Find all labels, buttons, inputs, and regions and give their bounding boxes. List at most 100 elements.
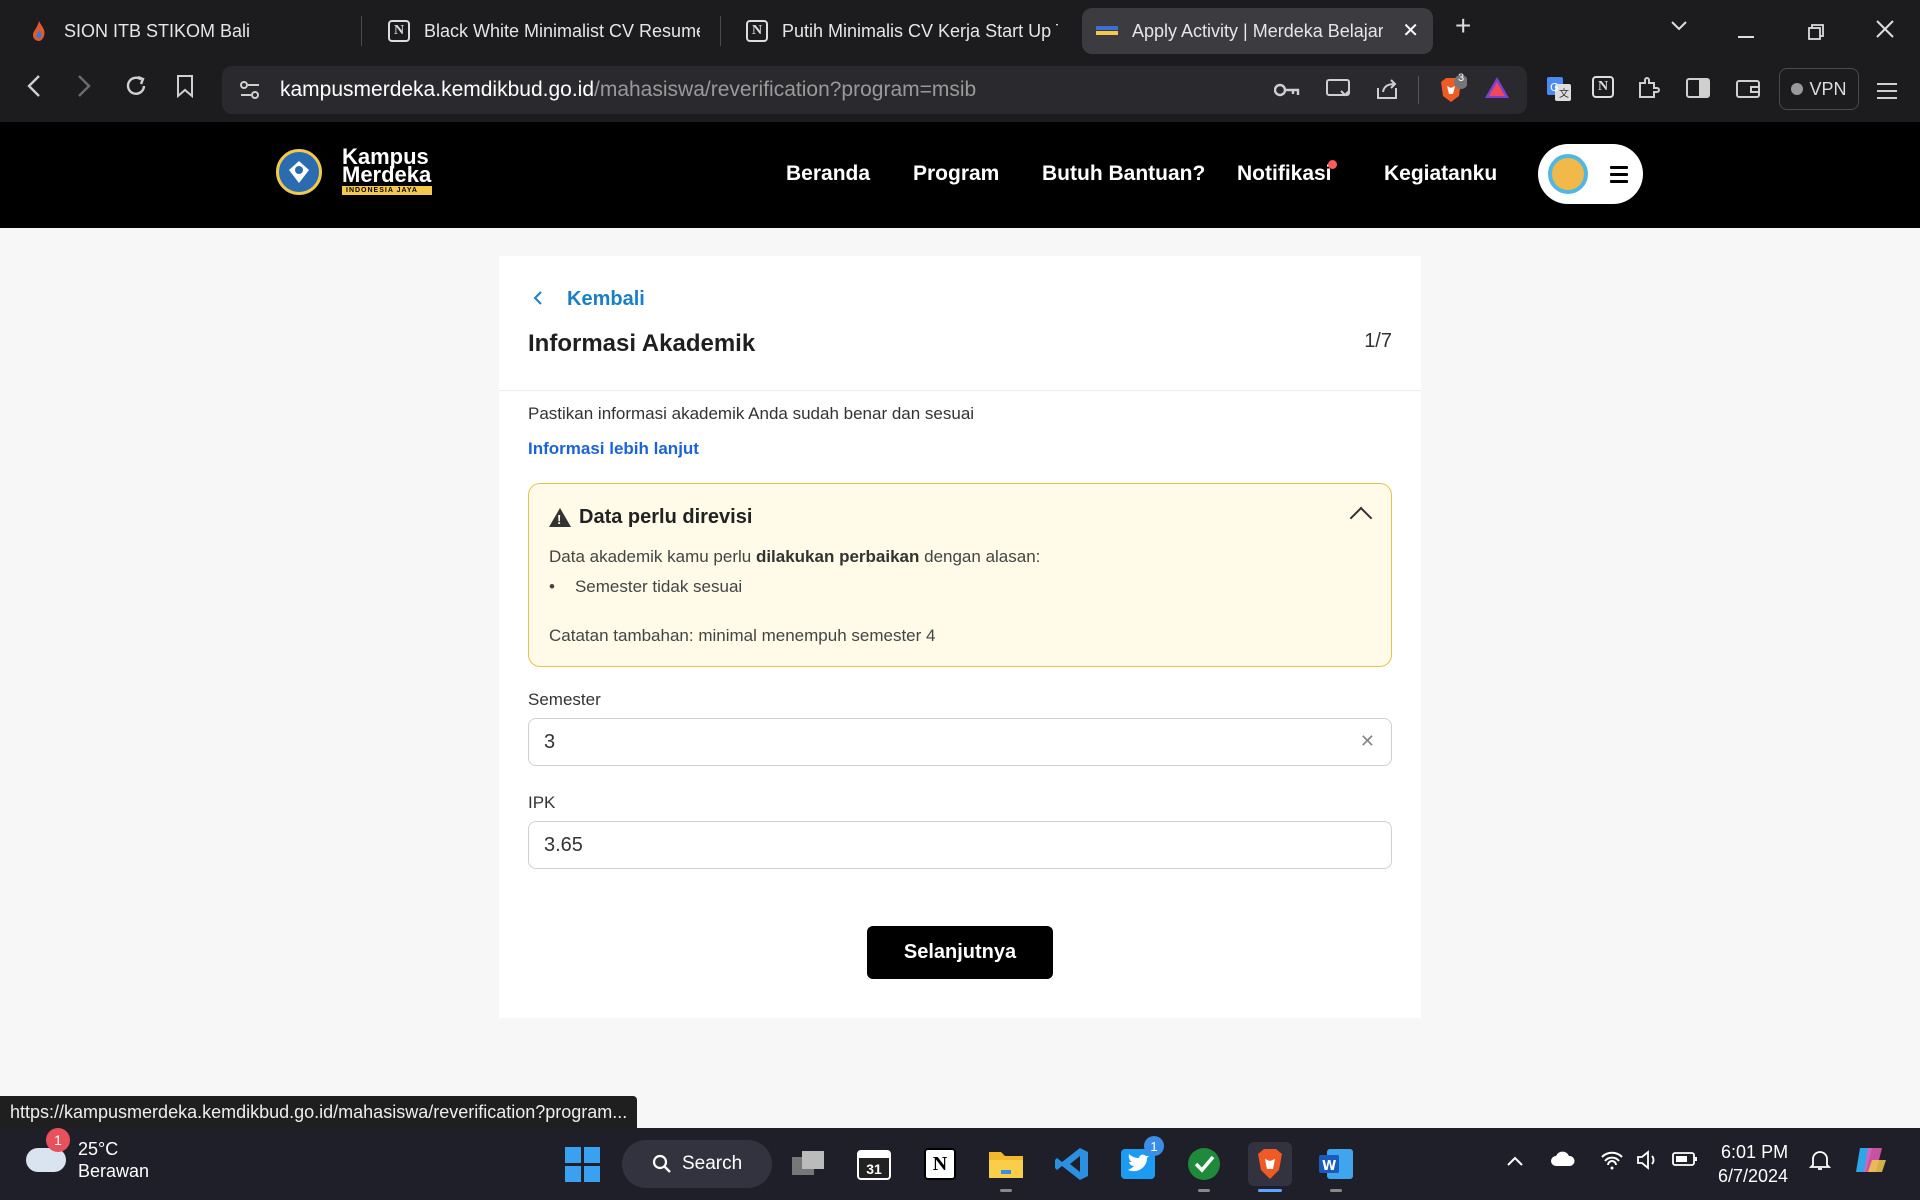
twitter-icon[interactable]: 1 [1116,1136,1164,1186]
windows-taskbar: 1 25°C Berawan Search 31 N 1 W 6:01 PM 6… [0,1128,1920,1200]
battery-icon[interactable] [1672,1150,1698,1173]
revision-alert: Data perlu direvisi Data akademik kamu p… [528,483,1392,667]
warning-icon [549,508,571,527]
ipk-field[interactable]: 3.65 [528,821,1392,869]
translate-icon[interactable]: G文 [1546,76,1572,108]
close-tab-icon[interactable]: ✕ [1402,18,1419,43]
link-preview-status: https://kampusmerdeka.kemdikbud.go.id/ma… [0,1096,638,1128]
tab-title: Black White Minimalist CV Resume A [424,20,700,41]
minimize-icon[interactable] [1738,20,1754,46]
tab-sion[interactable]: SION ITB STIKOM Bali [14,8,356,54]
running-indicator [1258,1189,1282,1192]
back-arrow-icon[interactable] [26,74,42,105]
form-description: Pastikan informasi akademik Anda sudah b… [528,404,975,423]
taskbar-search[interactable]: Search [622,1140,772,1188]
vpn-button[interactable]: VPN [1779,68,1859,110]
reload-icon[interactable] [124,74,148,105]
onedrive-cloud-icon[interactable] [1550,1150,1576,1173]
checklist-app-icon[interactable] [1182,1142,1226,1192]
vpn-label: VPN [1809,78,1847,99]
svg-text:文: 文 [1559,87,1569,100]
notion-app-icon[interactable]: N [918,1142,962,1186]
file-explorer-icon[interactable] [984,1142,1028,1192]
tab-cv-startup[interactable]: N Putih Minimalis CV Kerja Start Up Tel [732,8,1072,54]
search-icon [652,1154,671,1173]
divider [499,390,1421,391]
notion-icon: N [388,20,410,42]
chevron-up-icon[interactable] [1349,506,1373,530]
user-menu-button[interactable] [1538,144,1643,204]
tab-cv-resume[interactable]: N Black White Minimalist CV Resume A [374,8,714,54]
flame-icon [28,20,50,42]
bullet-icon: • [549,577,555,596]
brave-rewards-icon[interactable] [1484,76,1510,106]
browser-toolbar: kampusmerdeka.kemdikbud.go.id/mahasiswa/… [0,60,1920,122]
close-window-icon[interactable] [1876,18,1894,44]
forward-arrow-icon[interactable] [76,74,92,105]
restore-icon[interactable] [1808,20,1824,46]
back-link[interactable]: Kembali [533,288,645,311]
back-label: Kembali [567,288,645,310]
avatar [1548,154,1588,194]
running-indicator [1198,1189,1210,1192]
new-tab-icon[interactable]: + [1455,10,1471,42]
hamburger-icon [1610,165,1628,183]
clear-icon[interactable]: ✕ [1360,731,1375,752]
academic-info-card: Kembali Informasi Akademik 1/7 Pastikan … [499,256,1421,1018]
logo-wordmark: Kampus Merdeka INDONESIA JAYA [342,144,432,195]
vscode-icon[interactable] [1050,1142,1094,1186]
svg-text:G: G [1550,81,1559,94]
logo-text: Kampus Merdeka [342,144,432,187]
nav-program[interactable]: Program [913,162,999,186]
volume-icon[interactable] [1636,1150,1660,1176]
sidebar-icon[interactable] [1686,78,1710,104]
share-icon[interactable] [1375,78,1399,106]
word-app-icon[interactable]: W [1314,1142,1358,1192]
alert-reason-item: • Semester tidak sesuai [549,577,742,597]
ipk-label: IPK [528,793,556,812]
logo-subtext: INDONESIA JAYA [342,186,432,195]
tab-search-chevron-icon[interactable] [1670,12,1688,38]
brave-app-icon[interactable] [1248,1142,1292,1192]
url-text[interactable]: kampusmerdeka.kemdikbud.go.id/mahasiswa/… [280,78,976,102]
windows-start-icon[interactable] [560,1142,604,1186]
chevron-up-icon[interactable] [1506,1150,1524,1173]
weather-widget[interactable]: 1 25°C Berawan [26,1128,150,1182]
clock-date: 6/7/2024 [1718,1166,1789,1186]
browser-menu-icon[interactable] [1876,80,1898,106]
notion-extension-icon[interactable]: N [1592,76,1614,98]
notification-bell-icon[interactable] [1808,1148,1832,1178]
cast-icon[interactable] [1325,78,1351,106]
browser-tab-bar: SION ITB STIKOM Bali N Black White Minim… [0,0,1920,60]
bookmark-icon[interactable] [176,74,194,105]
next-button[interactable]: Selanjutnya [867,926,1053,979]
task-view-icon[interactable] [786,1142,830,1186]
calendar-app-icon[interactable]: 31 [852,1142,896,1186]
alert-message-suffix: dengan alasan: [919,547,1041,566]
merdeka-icon [1096,20,1118,42]
key-icon[interactable] [1273,78,1300,104]
nav-kegiatanku[interactable]: Kegiatanku [1384,162,1497,186]
system-clock[interactable]: 6:01 PM 6/7/2024 [1718,1140,1788,1188]
wallet-icon[interactable] [1736,78,1760,104]
nav-butuh-bantuan[interactable]: Butuh Bantuan? [1042,162,1205,186]
extensions-puzzle-icon[interactable] [1636,76,1660,106]
brave-badge: 3 [1457,72,1465,84]
nav-notifikasi[interactable]: Notifikasi [1237,162,1332,186]
tab-title: SION ITB STIKOM Bali [64,20,251,41]
alert-reason-text: Semester tidak sesuai [574,577,743,596]
nav-beranda[interactable]: Beranda [786,162,870,186]
weather-desc: Berawan [78,1161,150,1181]
alert-message-prefix: Data akademik kamu perlu [549,547,756,566]
brave-shield-icon[interactable]: 3 [1437,72,1468,112]
tab-apply-activity[interactable]: Apply Activity | Merdeka Belajar ✕ [1082,8,1433,54]
address-bar[interactable]: kampusmerdeka.kemdikbud.go.id/mahasiswa/… [222,66,1527,114]
vpn-status-icon [1791,83,1804,95]
more-info-link[interactable]: Informasi lebih lanjut [528,439,699,459]
tut-wuri-emblem-icon [276,148,322,195]
site-settings-icon[interactable] [238,78,262,107]
copilot-icon[interactable] [1852,1142,1888,1184]
wifi-icon[interactable] [1600,1150,1624,1176]
semester-field[interactable]: 3 ✕ [528,718,1392,766]
kampus-merdeka-logo[interactable]: Kampus Merdeka INDONESIA JAYA [276,144,432,195]
